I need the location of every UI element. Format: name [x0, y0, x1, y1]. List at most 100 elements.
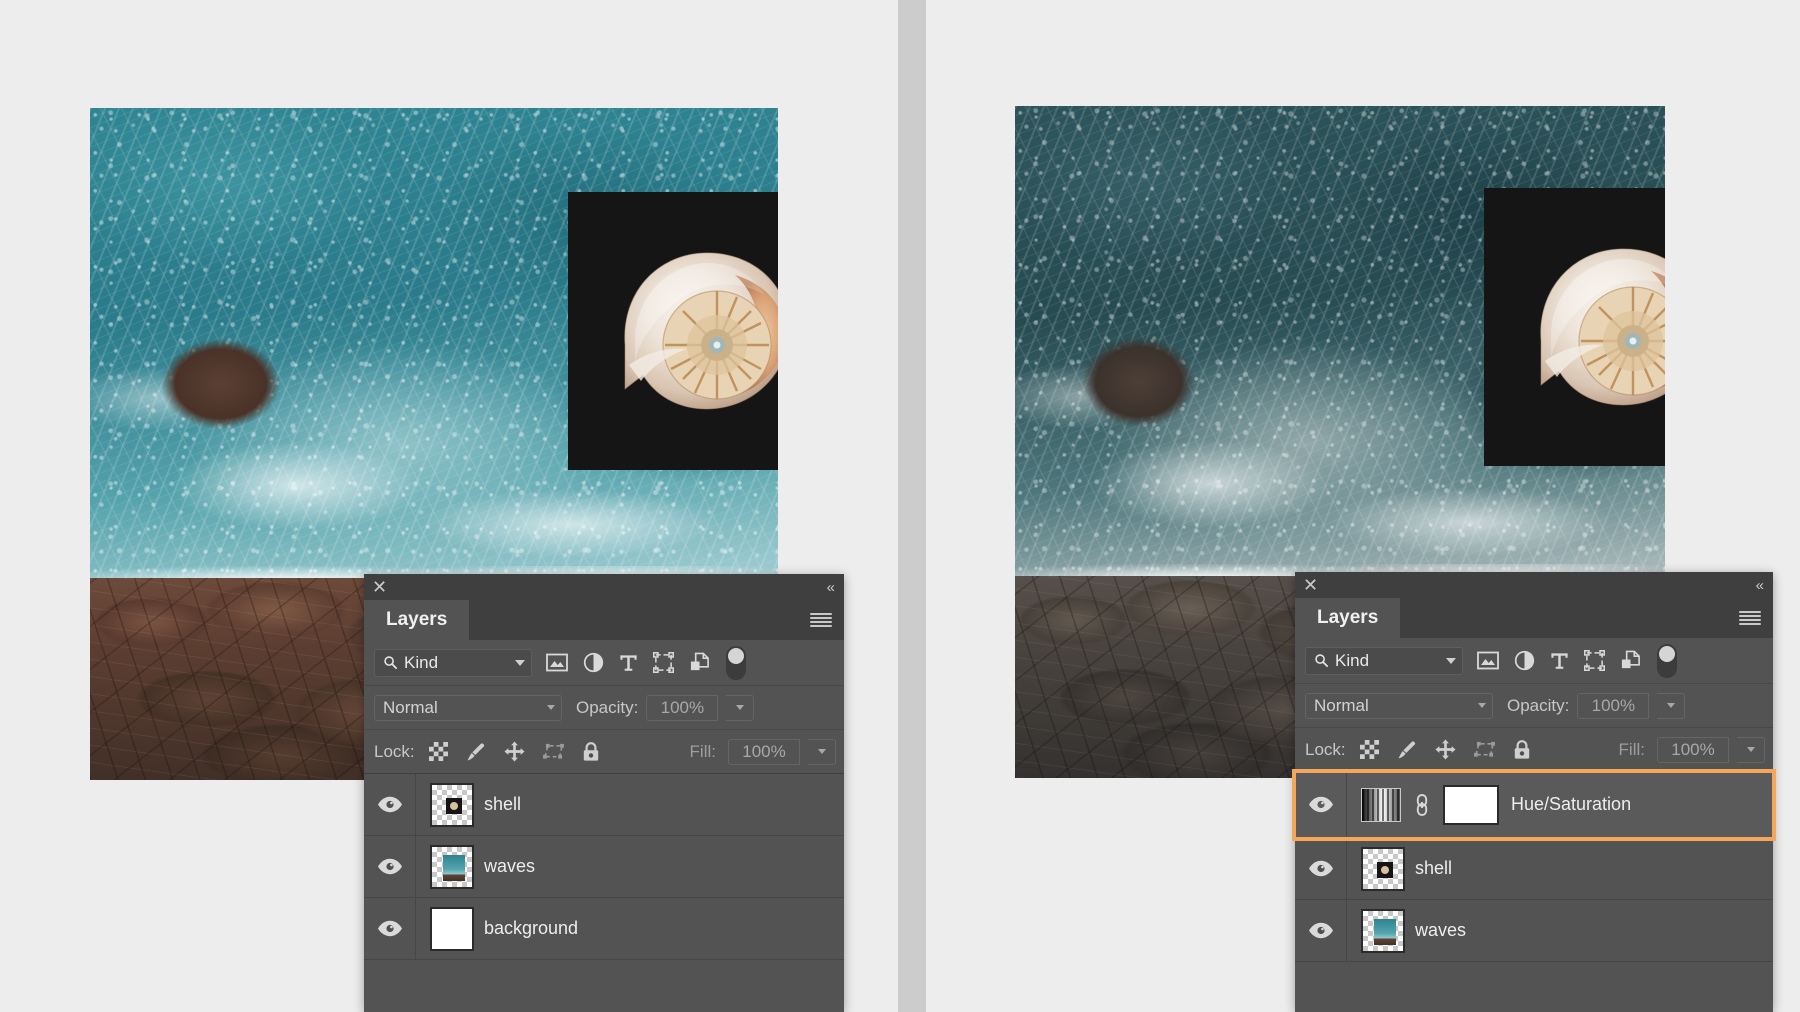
- lock-position-icon[interactable]: [504, 741, 525, 762]
- table-row[interactable]: shell: [1295, 838, 1773, 900]
- filter-kind-select[interactable]: Kind: [374, 649, 532, 677]
- blend-mode-value: Normal: [1314, 696, 1478, 716]
- panel-menu-icon[interactable]: [1739, 611, 1761, 625]
- filter-kind-label: Kind: [1335, 651, 1440, 671]
- blend-mode-select[interactable]: Normal: [374, 695, 562, 721]
- fill-stepper[interactable]: [1737, 737, 1765, 763]
- tab-layers[interactable]: Layers: [364, 600, 469, 640]
- left-shell-layer: [568, 192, 778, 470]
- fill-input[interactable]: 100%: [1657, 737, 1729, 763]
- layer-thumb-cell[interactable]: waves: [416, 845, 547, 889]
- nautilus-shell-image: [568, 192, 778, 470]
- panel-titlebar: ✕ «: [364, 574, 844, 600]
- collapse-panel-icon[interactable]: «: [1756, 577, 1763, 594]
- shape-layer-filter-icon[interactable]: [1584, 650, 1605, 671]
- panel-tab-filler: [1400, 598, 1773, 638]
- layer-thumbnail: [1361, 909, 1405, 953]
- lock-artboard-nesting-icon[interactable]: [1474, 740, 1495, 759]
- panel-menu-icon[interactable]: [810, 613, 832, 627]
- layer-mask-thumbnail: [1443, 785, 1499, 825]
- layer-thumb-cell[interactable]: Hue/Saturation: [1347, 785, 1643, 825]
- layer-name: background: [484, 918, 578, 939]
- lock-image-pixels-icon[interactable]: [1397, 740, 1417, 760]
- filter-type-icons: [546, 652, 710, 673]
- table-row[interactable]: Hue/Saturation: [1295, 772, 1773, 838]
- tab-layers-label: Layers: [386, 609, 447, 631]
- opacity-stepper[interactable]: [726, 695, 754, 721]
- table-row[interactable]: waves: [1295, 900, 1773, 962]
- table-row[interactable]: waves: [364, 836, 844, 898]
- opacity-input[interactable]: 100%: [646, 695, 718, 721]
- table-row[interactable]: background: [364, 898, 844, 960]
- chevron-down-icon: [547, 705, 555, 710]
- panel-titlebar: ✕ «: [1295, 572, 1773, 598]
- layer-list-right: Hue/Saturation shell: [1295, 772, 1773, 962]
- eye-icon: [1308, 922, 1334, 939]
- smart-object-filter-icon[interactable]: [1620, 650, 1641, 671]
- chevron-down-icon: [1478, 703, 1486, 708]
- layer-thumb-cell[interactable]: shell: [416, 783, 533, 827]
- lock-image-pixels-icon[interactable]: [466, 742, 486, 762]
- fill-stepper[interactable]: [808, 739, 836, 765]
- lock-transparent-pixels-icon[interactable]: [1360, 740, 1379, 759]
- lock-position-icon[interactable]: [1435, 739, 1456, 760]
- shape-layer-filter-icon[interactable]: [653, 652, 674, 673]
- lock-row: Lock:: [364, 730, 844, 774]
- collapse-panel-icon[interactable]: «: [827, 579, 834, 596]
- layer-visibility-toggle[interactable]: [1295, 772, 1347, 837]
- lock-all-icon[interactable]: [1513, 740, 1531, 760]
- close-icon[interactable]: ✕: [372, 578, 387, 596]
- close-icon[interactable]: ✕: [1303, 576, 1318, 594]
- eye-icon: [1308, 860, 1334, 877]
- filter-enable-toggle[interactable]: [726, 646, 746, 680]
- layer-thumbnail: [430, 907, 474, 951]
- adjustment-layer-filter-icon[interactable]: [1514, 650, 1535, 671]
- screenshot-stage: ✕ « Layers Kind: [0, 0, 1800, 1012]
- adjustment-layer-filter-icon[interactable]: [583, 652, 604, 673]
- layers-panel-left[interactable]: ✕ « Layers Kind: [364, 574, 844, 1012]
- filter-kind-select[interactable]: Kind: [1305, 647, 1463, 675]
- search-icon: [1314, 653, 1329, 668]
- lock-icon-group: [1360, 739, 1531, 760]
- layer-thumb-cell[interactable]: shell: [1347, 847, 1464, 891]
- link-mask-icon[interactable]: [1413, 792, 1431, 818]
- lock-all-icon[interactable]: [582, 742, 600, 762]
- opacity-stepper[interactable]: [1657, 693, 1685, 719]
- table-row[interactable]: shell: [364, 774, 844, 836]
- layer-visibility-toggle[interactable]: [364, 836, 416, 897]
- fill-label: Fill:: [690, 742, 720, 762]
- fill-input[interactable]: 100%: [728, 739, 800, 765]
- lock-artboard-nesting-icon[interactable]: [543, 742, 564, 761]
- layers-panel-right[interactable]: ✕ « Layers Kind: [1295, 572, 1773, 1012]
- opacity-input[interactable]: 100%: [1577, 693, 1649, 719]
- layer-visibility-toggle[interactable]: [364, 774, 416, 835]
- opacity-label: Opacity:: [1507, 696, 1569, 716]
- layer-visibility-toggle[interactable]: [364, 898, 416, 959]
- layer-name: shell: [484, 794, 521, 815]
- tab-layers[interactable]: Layers: [1295, 598, 1400, 638]
- layer-visibility-toggle[interactable]: [1295, 838, 1347, 899]
- layer-name: Hue/Saturation: [1511, 794, 1631, 815]
- layer-name: shell: [1415, 858, 1452, 879]
- blend-mode-select[interactable]: Normal: [1305, 693, 1493, 719]
- eye-icon: [377, 796, 403, 813]
- layer-visibility-toggle[interactable]: [1295, 900, 1347, 961]
- lock-label: Lock:: [374, 742, 415, 762]
- panel-tab-row: Layers: [1295, 598, 1773, 638]
- layer-thumb-cell[interactable]: background: [416, 907, 590, 951]
- smart-object-filter-icon[interactable]: [689, 652, 710, 673]
- eye-icon: [377, 920, 403, 937]
- chevron-down-icon: [1446, 658, 1456, 664]
- chevron-down-icon: [515, 660, 525, 666]
- type-layer-filter-icon[interactable]: [1550, 651, 1569, 671]
- pixel-layer-filter-icon[interactable]: [546, 653, 568, 672]
- fill-label: Fill:: [1619, 740, 1649, 760]
- layer-thumb-cell[interactable]: waves: [1347, 909, 1478, 953]
- lock-transparent-pixels-icon[interactable]: [429, 742, 448, 761]
- type-layer-filter-icon[interactable]: [619, 653, 638, 673]
- filter-enable-toggle[interactable]: [1657, 644, 1677, 678]
- eye-icon: [377, 858, 403, 875]
- panel-tab-row: Layers: [364, 600, 844, 640]
- pixel-layer-filter-icon[interactable]: [1477, 651, 1499, 670]
- comparison-divider: [898, 0, 926, 1012]
